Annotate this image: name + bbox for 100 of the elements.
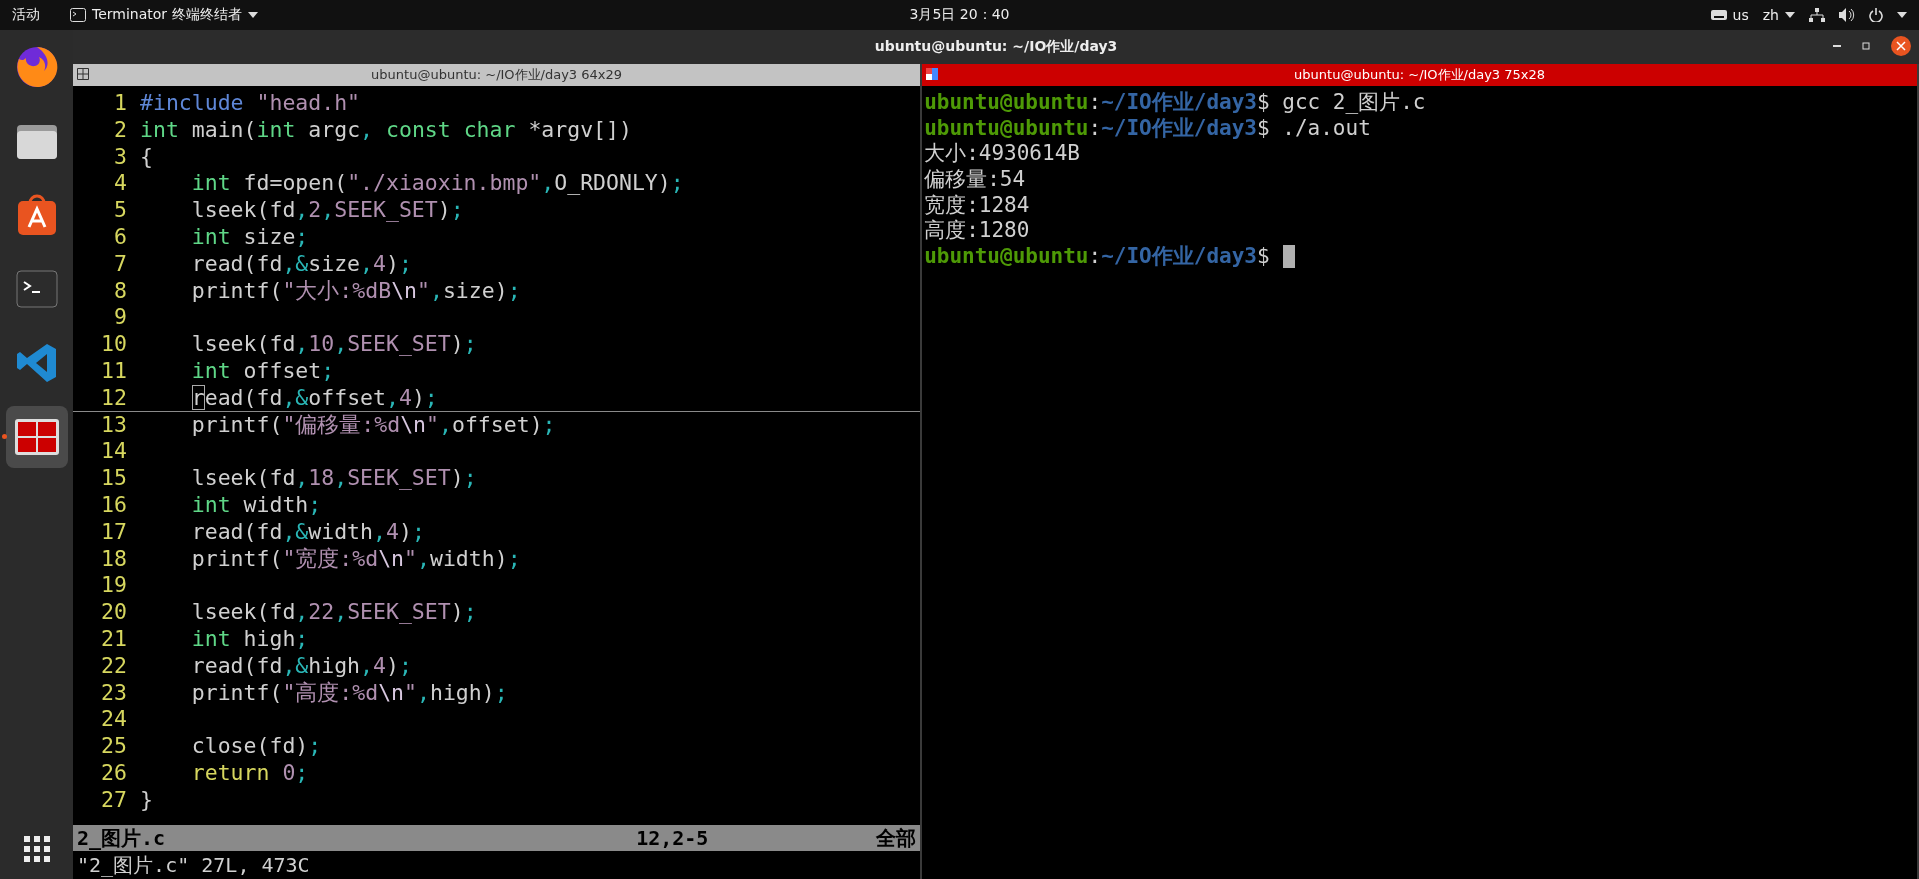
line-number: 19 [100, 572, 128, 600]
code-line: } [140, 786, 153, 814]
cursor-position: 12,2-5 [636, 826, 710, 850]
code-line: printf("高度:%d\n",high); [190, 679, 508, 707]
keyboard-icon [1710, 10, 1727, 20]
code-line: int high; [190, 625, 309, 653]
grid-icon [77, 68, 89, 80]
code-line: int main(int argc, const char *argv[]) [140, 116, 632, 144]
line-number: 14 [100, 438, 128, 466]
code-line: lseek(fd,2,SEEK_SET); [190, 197, 464, 224]
code-line: return 0; [190, 759, 309, 787]
prompt-path: ~/IO作业/day3 [1101, 244, 1257, 270]
app-name: Terminator 终端终结者 [92, 6, 242, 24]
line-number: 11 [100, 357, 128, 385]
line-number: 25 [100, 733, 128, 760]
command-text: gcc 2_图片.c [1281, 90, 1426, 116]
prompt-colon: : [1088, 115, 1102, 142]
terminal-icon [14, 269, 59, 309]
prompt-colon: : [1088, 90, 1102, 116]
activities-button[interactable]: 活动 [12, 6, 40, 24]
restore-icon [1861, 41, 1871, 51]
line-number: 3 [113, 143, 128, 171]
power-icon[interactable] [1869, 8, 1883, 22]
prompt-sign: $ [1257, 90, 1270, 116]
dock-item[interactable] [5, 406, 68, 468]
file-name: 2_图片.c [77, 824, 167, 852]
network-icon[interactable] [1809, 8, 1825, 22]
line-number: 10 [100, 331, 128, 358]
line-number: 2 [113, 116, 128, 144]
minimize-icon [1833, 45, 1841, 47]
message-line: "2_图片.c" 27L, 473C [76, 852, 311, 879]
code-line: read(fd,&size,4); [190, 250, 412, 278]
code-line: int offset; [190, 357, 335, 385]
close-icon [1891, 36, 1911, 56]
volume-icon[interactable] [1839, 8, 1855, 22]
scroll-position: 全部 [876, 824, 917, 852]
output-text: 大小:4930614B [924, 141, 1080, 168]
terminal-icon [70, 8, 86, 22]
line-number: 1 [113, 90, 128, 117]
code-line: int width; [190, 491, 322, 519]
line-number: 20 [100, 599, 128, 626]
line-number: 9 [113, 304, 128, 332]
prompt-user: ubuntu@ubuntu [924, 115, 1089, 142]
line-number: 24 [100, 706, 128, 734]
code-line: lseek(fd,10,SEEK_SET); [190, 331, 477, 358]
line-number: 6 [113, 224, 128, 251]
app-grid-icon [23, 836, 50, 862]
line-number: 13 [100, 411, 128, 439]
keyboard-label: us [1732, 7, 1749, 23]
code-line: lseek(fd,18,SEEK_SET); [190, 465, 477, 492]
output-text: 偏移量:54 [924, 167, 1026, 193]
app-grid-button[interactable] [23, 836, 50, 865]
restore-button[interactable] [1861, 41, 1871, 51]
input-method[interactable]: zh [1762, 7, 1795, 23]
code-editor-icon [14, 341, 59, 385]
line-number: 22 [100, 652, 128, 680]
line-number: 12 [100, 384, 128, 411]
input-method-label: zh [1762, 7, 1779, 23]
code-line: int size; [190, 224, 309, 251]
line-number: 7 [113, 250, 128, 278]
pane-title: ubuntu@ubuntu: ~/IO作业/day3 64x29 [371, 66, 623, 84]
output-text: 高度:1280 [924, 218, 1030, 245]
code-line: read(fd,&offset,4); [190, 384, 438, 411]
code-line: read(fd,&high,4); [190, 652, 412, 680]
prompt-path: ~/IO作业/day3 [1101, 90, 1257, 116]
window-title: ubuntu@ubuntu: ~/IO作业/day3 [874, 38, 1118, 56]
line-number: 8 [113, 277, 128, 305]
prompt-user: ubuntu@ubuntu [924, 244, 1089, 270]
line-number: 27 [100, 786, 128, 814]
code-line: { [140, 143, 153, 171]
keyboard-layout[interactable]: us [1710, 7, 1749, 23]
code-line: read(fd,&width,4); [190, 518, 425, 546]
line-number: 23 [100, 679, 128, 707]
line-number: 16 [100, 491, 128, 519]
pane-title: ubuntu@ubuntu: ~/IO作业/day3 75x28 [1294, 66, 1546, 84]
code-line: printf("偏移量:%d\n",offset); [190, 411, 556, 439]
app-menu[interactable]: Terminator 终端终结者 [70, 6, 258, 24]
code-line: int fd=open("./xiaoxin.bmp",O_RDONLY); [190, 170, 684, 198]
code-line: close(fd); [190, 733, 322, 760]
code-line: lseek(fd,22,SEEK_SET); [190, 599, 477, 626]
caret-icon [1897, 12, 1907, 18]
output-text: 宽度:1284 [924, 192, 1030, 219]
split-terminal-icon [13, 418, 60, 456]
command-text: ./a.out [1281, 115, 1371, 142]
clock[interactable]: 3月5日 20：40 [909, 6, 1010, 24]
grid-icon [926, 68, 939, 80]
caret-icon [247, 12, 258, 18]
line-number: 4 [113, 170, 128, 198]
line-number: 26 [100, 759, 128, 787]
prompt-sign: $ [1257, 115, 1270, 142]
code-line: printf("大小:%dB\n",size); [190, 277, 521, 305]
line-number: 15 [100, 465, 128, 492]
caret-icon [1785, 12, 1795, 18]
line-number: 5 [113, 197, 128, 224]
prompt-user: ubuntu@ubuntu [924, 90, 1089, 116]
line-number: 17 [100, 518, 128, 546]
close-button[interactable] [1891, 36, 1911, 56]
prompt-colon: : [1088, 244, 1102, 270]
line-number: 21 [100, 625, 128, 653]
code-line: #include "head.h" [140, 90, 361, 117]
